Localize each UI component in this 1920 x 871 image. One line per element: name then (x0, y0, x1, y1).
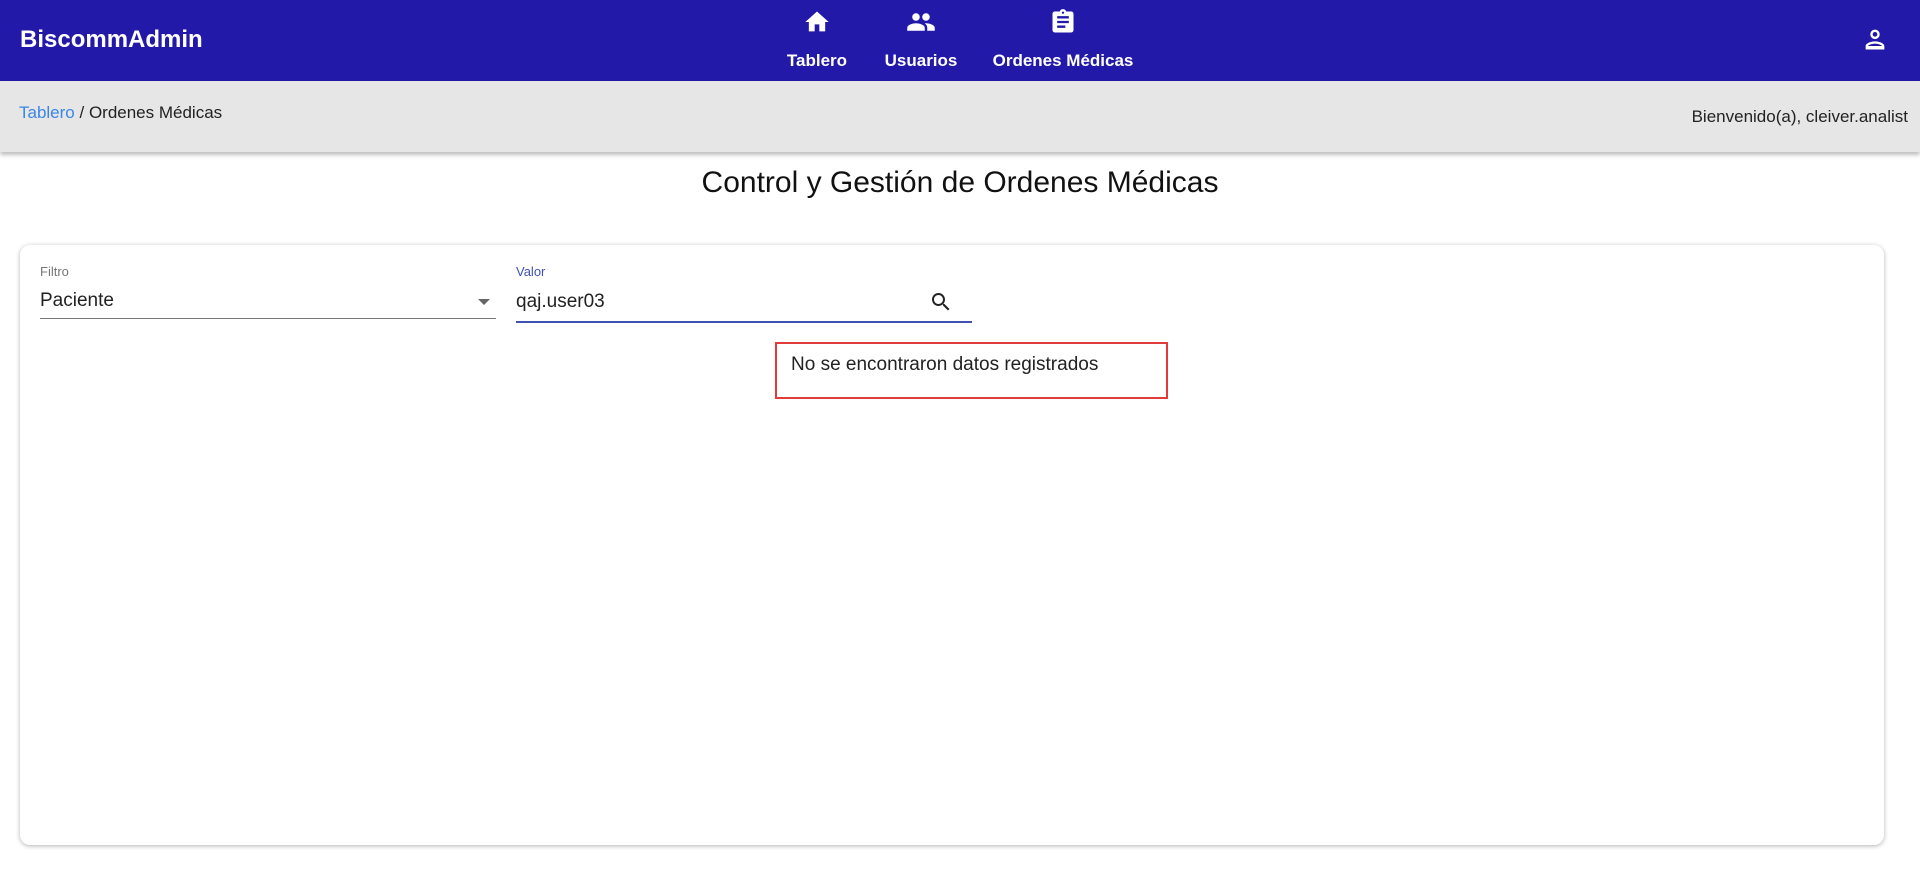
breadcrumb: Tablero / Ordenes Médicas (19, 103, 222, 123)
breadcrumb-separator: / (74, 103, 89, 122)
filter-select-value: Paciente (40, 290, 114, 311)
value-label: Valor (516, 264, 546, 279)
filter-label: Filtro (40, 264, 69, 279)
top-app-bar: BiscommAdmin Tablero Usuarios Ordenes Mé… (0, 0, 1920, 81)
clipboard-icon (1047, 6, 1079, 38)
nav-item-tablero[interactable]: Tablero (778, 0, 856, 81)
nav-item-label: Tablero (786, 51, 848, 70)
dropdown-arrow-icon (478, 299, 490, 305)
breadcrumb-current: Ordenes Médicas (88, 103, 223, 122)
filter-select[interactable]: Paciente (40, 285, 496, 319)
home-icon (801, 6, 833, 38)
nav-item-label: Ordenes Médicas (992, 51, 1134, 70)
value-field (516, 285, 972, 323)
page-title: Control y Gestión de Ordenes Médicas (701, 166, 1219, 199)
nav-item-usuarios[interactable]: Usuarios (878, 0, 964, 81)
breadcrumb-bar: Tablero / Ordenes Médicas Bienvenido(a),… (0, 81, 1920, 152)
welcome-text: Bienvenido(a), cleiver.analist (1691, 107, 1908, 126)
results-card: Filtro Paciente Valor No se encontraron … (20, 245, 1884, 845)
nav-item-ordenes-medicas[interactable]: Ordenes Médicas (988, 0, 1138, 81)
search-icon (929, 290, 953, 319)
app-brand: BiscommAdmin (20, 26, 203, 53)
value-input[interactable] (516, 287, 916, 317)
account-button[interactable] (1860, 26, 1890, 56)
empty-state-message: No se encontraron datos registrados (775, 342, 1168, 399)
breadcrumb-link-tablero[interactable]: Tablero (19, 103, 75, 122)
search-button[interactable] (924, 287, 958, 321)
nav-item-label: Usuarios (884, 51, 958, 70)
people-icon (905, 6, 937, 38)
account-icon (1861, 25, 1889, 58)
